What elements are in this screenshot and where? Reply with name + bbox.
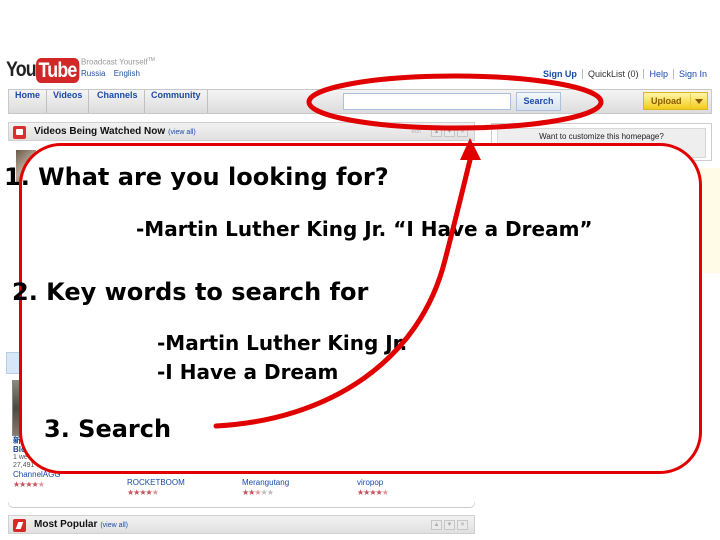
view-all-link[interactable]: (view all) [168,129,196,136]
view-all-link[interactable]: (view all) [100,522,128,529]
search-input[interactable] [343,93,511,110]
logo-tube: Tube [36,57,80,83]
most-popular-title: Most Popular [34,519,98,530]
logo-you: You [6,58,37,81]
edit-link[interactable]: edit [411,127,421,137]
move-up-icon[interactable]: ▲ [431,520,442,530]
star-icon: ★ [266,488,274,497]
tab-community[interactable]: Community [145,90,208,113]
rating-stars: ★★★★★ [357,488,389,498]
star-icon: ★ [375,488,383,497]
language-links: Russia English [81,69,146,78]
most-popular-icon [13,519,26,532]
step-2-heading: 2. Key words to search for [12,278,369,306]
watched-now-header: Videos Being Watched Now (view all) edit … [8,122,475,141]
video-user[interactable]: Merangutang [242,478,289,488]
side-strip [6,352,20,374]
section-controls: ▲ ▼ ✕ [431,520,468,530]
close-icon[interactable]: ✕ [457,520,468,530]
watched-now-title: Videos Being Watched Now [34,126,166,137]
move-up-icon[interactable]: ▲ [431,127,442,137]
tab-videos[interactable]: Videos [47,90,90,113]
section-title: Videos Being Watched Now (view all) [34,126,196,137]
search-button[interactable]: Search [516,92,561,111]
step-1-answer: -Martin Luther King Jr. “I Have a Dream” [136,217,593,241]
video-user[interactable]: viropop [357,478,388,488]
video-card: ROCKETBOOM ★★★★★ [127,478,185,498]
signin-link[interactable]: Sign In [672,69,712,79]
move-down-icon[interactable]: ▼ [444,127,455,137]
star-icon: ★ [37,480,45,489]
language-english[interactable]: English [114,69,140,78]
close-icon[interactable]: ✕ [457,127,468,137]
step-1-heading: 1. What are you looking for? [4,163,389,191]
top-links: Sign Up QuickList (0) Help Sign In [538,69,712,79]
quicklist-link[interactable]: QuickList (0) [581,69,644,79]
signup-link[interactable]: Sign Up [538,69,582,79]
chevron-down-icon[interactable] [695,99,703,104]
star-icon: ★ [254,488,261,497]
upload-button[interactable]: Upload [643,92,708,110]
star-icon: ★ [31,480,39,489]
language-russia[interactable]: Russia [81,69,105,78]
video-user[interactable]: ROCKETBOOM [127,478,185,488]
upload-label: Upload [651,96,682,106]
video-card: Merangutang ★★★★★ [242,478,289,498]
step-2-keyword: -I Have a Dream [157,360,339,384]
most-popular-header: Most Popular (view all) ▲ ▼ ✕ [8,515,475,534]
tab-home[interactable]: Home [9,90,48,113]
tagline-text: Broadcast Yourself [81,57,148,67]
tv-icon [13,126,26,139]
help-link[interactable]: Help [643,69,673,79]
star-icon: ★ [381,488,389,497]
section-controls: edit ▲ ▼ ✕ [411,127,468,137]
tagline: Broadcast YourselfTM [81,57,155,67]
star-icon: ★ [151,488,159,497]
section-title: Most Popular (view all) [34,519,128,530]
upload-divider [690,94,691,108]
step-3-heading: 3. Search [44,415,172,443]
video-card: viropop ★★★★★ [357,478,389,498]
youtube-logo[interactable]: You Tube [6,57,87,83]
tab-channels[interactable]: Channels [91,90,145,113]
rating-stars: ★★★★★ [242,488,289,498]
star-icon: ★ [145,488,153,497]
section-bottom-border [8,502,475,508]
tagline-tm: TM [147,57,155,63]
side-panel [700,168,720,273]
step-2-keyword: -Martin Luther King Jr. [157,331,408,355]
move-down-icon[interactable]: ▼ [444,520,455,530]
rating-stars: ★★★★★ [13,480,61,490]
rating-stars: ★★★★★ [127,488,185,498]
